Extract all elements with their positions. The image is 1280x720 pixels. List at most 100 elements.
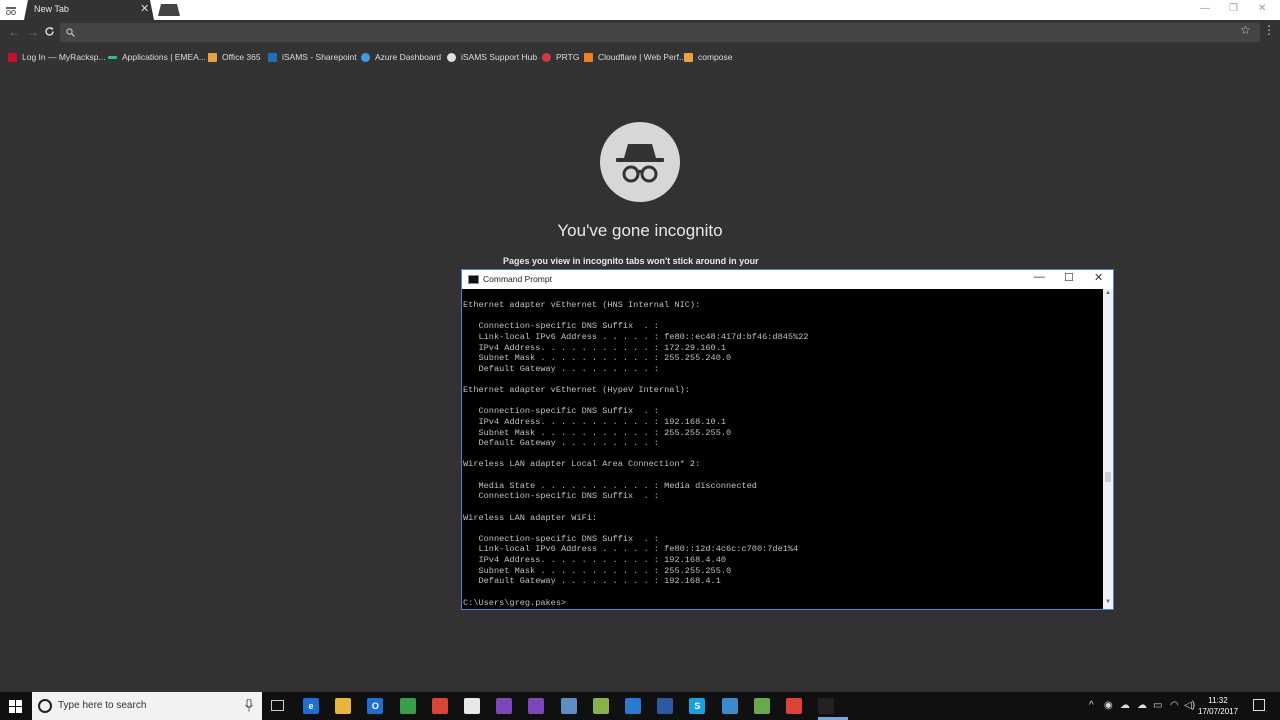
- cmd-title: Command Prompt: [483, 274, 552, 284]
- cmd-line: [463, 449, 1102, 460]
- bookmark-item[interactable]: Cloudflare | Web Perf...: [584, 51, 686, 63]
- chrome-incognito-icon[interactable]: [431, 698, 448, 714]
- outlook-icon[interactable]: O: [367, 698, 384, 714]
- cmd-line: Default Gateway . . . . . . . . . :: [463, 363, 659, 374]
- bookmark-item[interactable]: Applications | EMEA...: [108, 51, 206, 63]
- bookmark-item[interactable]: Azure Dashboard: [361, 51, 441, 63]
- new-tab-button[interactable]: [158, 4, 180, 16]
- edge-icon[interactable]: e: [303, 698, 319, 714]
- cmd-line: Connection-specific DNS Suffix . :: [463, 533, 659, 544]
- file-explorer-icon[interactable]: [335, 698, 352, 714]
- cmd-line: [463, 523, 1102, 534]
- system-clock[interactable]: 11:32 17/07/2017: [1198, 695, 1238, 717]
- incognito-description: Pages you view in incognito tabs won't s…: [503, 256, 759, 266]
- close-tab-icon[interactable]: ✕: [140, 2, 149, 15]
- volume-icon[interactable]: ◁): [1184, 700, 1195, 711]
- command-prompt-window[interactable]: Command Prompt — ☐ ✕ Ethernet adapter vE…: [461, 269, 1114, 610]
- network-icon[interactable]: ▭: [1153, 700, 1162, 711]
- show-hidden-icons-icon[interactable]: ^: [1089, 700, 1094, 711]
- rackspace-icon: [8, 52, 17, 62]
- visual-studio-icon[interactable]: [496, 698, 513, 714]
- taskbar: Type here to search e O S ^ ◉ ☁ ☁ ▭ ◠ ◁) 1…: [0, 692, 1280, 720]
- cloudflare-icon: [584, 52, 593, 62]
- cortana-icon: [38, 699, 52, 713]
- clock-date: 17/07/2017: [1198, 707, 1239, 716]
- scroll-down-icon[interactable]: ▼: [1105, 599, 1111, 605]
- search-icon: [66, 28, 75, 37]
- cmd-output[interactable]: Ethernet adapter vEthernet (HNS Internal…: [462, 289, 1102, 609]
- network-tool-icon[interactable]: [560, 698, 577, 714]
- menu-icon[interactable]: ⋮: [1263, 23, 1275, 37]
- cmd-line: [463, 587, 1102, 598]
- onedrive-icon[interactable]: ☁: [1137, 700, 1147, 711]
- page-title: You've gone incognito: [557, 221, 723, 240]
- cmd-maximize-button[interactable]: ☐: [1064, 271, 1074, 284]
- back-button[interactable]: ←: [8, 25, 20, 39]
- bookmark-item[interactable]: iSAMS - Sharepoint: [268, 51, 357, 63]
- tab-new-tab[interactable]: New Tab ✕: [24, 0, 154, 20]
- cmd-minimize-button[interactable]: —: [1034, 271, 1045, 283]
- cmd-line: Ethernet adapter vEthernet (HypeV Intern…: [463, 385, 690, 395]
- reload-icon[interactable]: [44, 26, 55, 37]
- cmd-app-icon: [468, 275, 479, 284]
- windows-start-icon[interactable]: [9, 700, 22, 713]
- bookmark-item[interactable]: Office 365: [208, 51, 261, 63]
- action-center-icon[interactable]: [1253, 699, 1265, 711]
- microphone-icon[interactable]: [245, 699, 253, 712]
- browser-titlebar: New Tab ✕ — ❐ ✕: [0, 0, 1280, 20]
- incognito-logo: [600, 122, 680, 202]
- bookmarks-bar: Log In — MyRacksp... Applications | EMEA…: [0, 45, 1280, 67]
- bookmark-item[interactable]: compose: [684, 51, 733, 63]
- restore-window-button[interactable]: ❐: [1229, 3, 1238, 14]
- cmd-line: IPv4 Address. . . . . . . . . . . : 192.…: [463, 555, 727, 565]
- visual-studio-alt-icon[interactable]: [528, 698, 545, 714]
- tab-title: New Tab: [34, 4, 69, 14]
- cmd-line: Connection-specific DNS Suffix . :: [463, 321, 659, 332]
- browser-toolbar: ← → ☆ ⋮: [0, 20, 1280, 45]
- cmd-line: Ethernet adapter vEthernet (HNS Internal…: [463, 300, 701, 310]
- cmd-line: [463, 502, 1102, 513]
- address-bar[interactable]: [60, 23, 1260, 42]
- bookmark-item[interactable]: iSAMS Support Hub: [447, 51, 537, 63]
- chrome-icon[interactable]: [399, 698, 416, 714]
- sharepoint-icon: [268, 52, 277, 62]
- apps-icon: [108, 55, 117, 59]
- bookmark-item[interactable]: PRTG: [542, 51, 579, 63]
- clock-time: 11:32: [1208, 696, 1228, 705]
- cmd-titlebar[interactable]: Command Prompt — ☐ ✕: [462, 270, 1113, 289]
- cloud-icon[interactable]: ☁: [1120, 700, 1130, 711]
- tray-app-icon[interactable]: ◉: [1104, 700, 1113, 711]
- cmd-line: Connection-specific DNS Suffix . :: [463, 491, 659, 502]
- tools-icon[interactable]: [592, 698, 609, 714]
- vscode-icon[interactable]: [625, 698, 641, 714]
- task-view-icon[interactable]: [271, 700, 284, 711]
- cmd-line: Wireless LAN adapter WiFi:: [463, 512, 598, 523]
- cmd-line: Default Gateway . . . . . . . . . :: [463, 438, 659, 449]
- cmd-line: C:\Users\greg.pakes>: [463, 597, 567, 608]
- cmd-line: Subnet Mask . . . . . . . . . . . : 255.…: [463, 427, 732, 438]
- incognito-icon: [6, 7, 16, 15]
- notepad-icon[interactable]: [753, 698, 770, 714]
- scroll-thumb[interactable]: [1105, 472, 1111, 482]
- powershell-icon[interactable]: [657, 698, 674, 714]
- cmd-line: Link-local IPv6 Address . . . . . : fe80…: [463, 331, 809, 342]
- bookmark-star-icon[interactable]: ☆: [1240, 23, 1251, 37]
- command-prompt-icon[interactable]: [818, 698, 835, 714]
- close-window-button[interactable]: ✕: [1258, 3, 1266, 14]
- forward-button[interactable]: →: [27, 25, 39, 39]
- cmd-line: Subnet Mask . . . . . . . . . . . : 255.…: [463, 565, 732, 576]
- bookmark-item[interactable]: Log In — MyRacksp...: [8, 51, 106, 63]
- skype-icon[interactable]: S: [689, 698, 706, 714]
- cmd-close-button[interactable]: ✕: [1094, 271, 1103, 284]
- chrome-app-icon[interactable]: [786, 698, 802, 714]
- taskbar-search[interactable]: Type here to search: [32, 692, 262, 720]
- wifi-icon[interactable]: ◠: [1170, 700, 1179, 711]
- scroll-up-icon[interactable]: ▲: [1105, 290, 1111, 296]
- cmd-scrollbar[interactable]: ▲ ▼: [1103, 289, 1113, 609]
- minimize-window-button[interactable]: —: [1200, 3, 1210, 14]
- remote-desktop-icon[interactable]: [721, 698, 738, 714]
- prtg-icon: [542, 52, 551, 62]
- cmd-line: Subnet Mask . . . . . . . . . . . : 255.…: [463, 353, 732, 364]
- search-placeholder: Type here to search: [58, 700, 147, 711]
- store-icon[interactable]: [464, 698, 480, 714]
